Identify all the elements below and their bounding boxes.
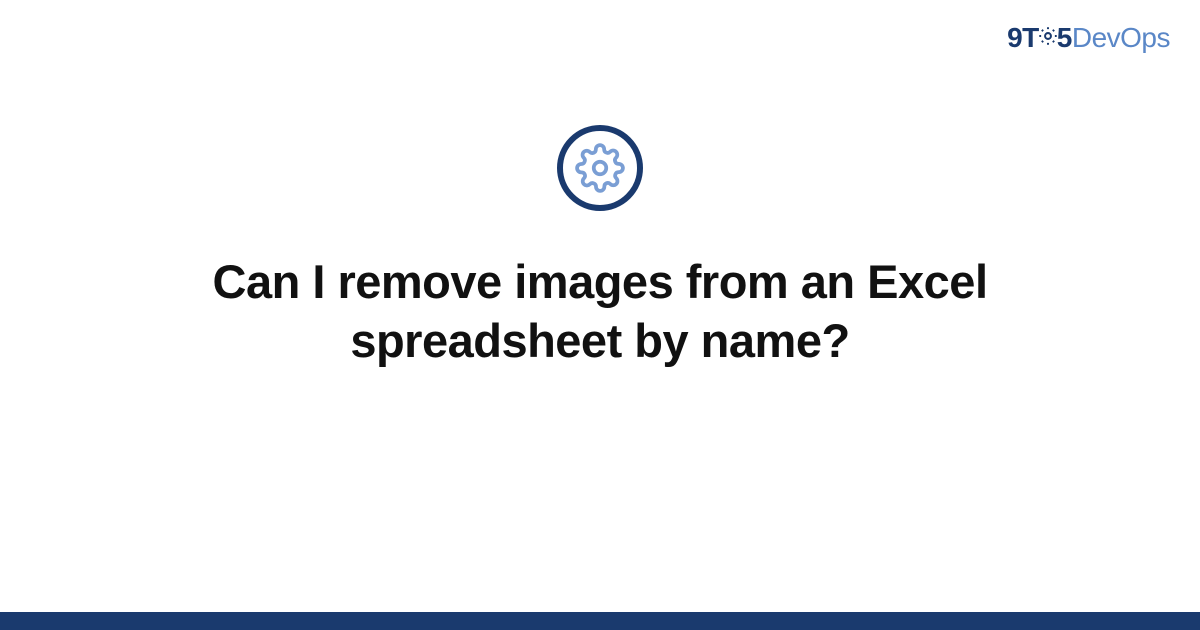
- site-logo: 9T 5DevOps: [1007, 22, 1170, 56]
- gear-badge-icon: [557, 125, 643, 211]
- page-title: Can I remove images from an Excel spread…: [150, 253, 1050, 371]
- gear-icon: [1037, 22, 1059, 54]
- footer-bar: [0, 612, 1200, 630]
- logo-text-5: 5: [1057, 22, 1072, 53]
- logo-text-9t: 9T: [1007, 22, 1039, 53]
- logo-text-devops: DevOps: [1072, 22, 1170, 53]
- main-content: Can I remove images from an Excel spread…: [0, 125, 1200, 371]
